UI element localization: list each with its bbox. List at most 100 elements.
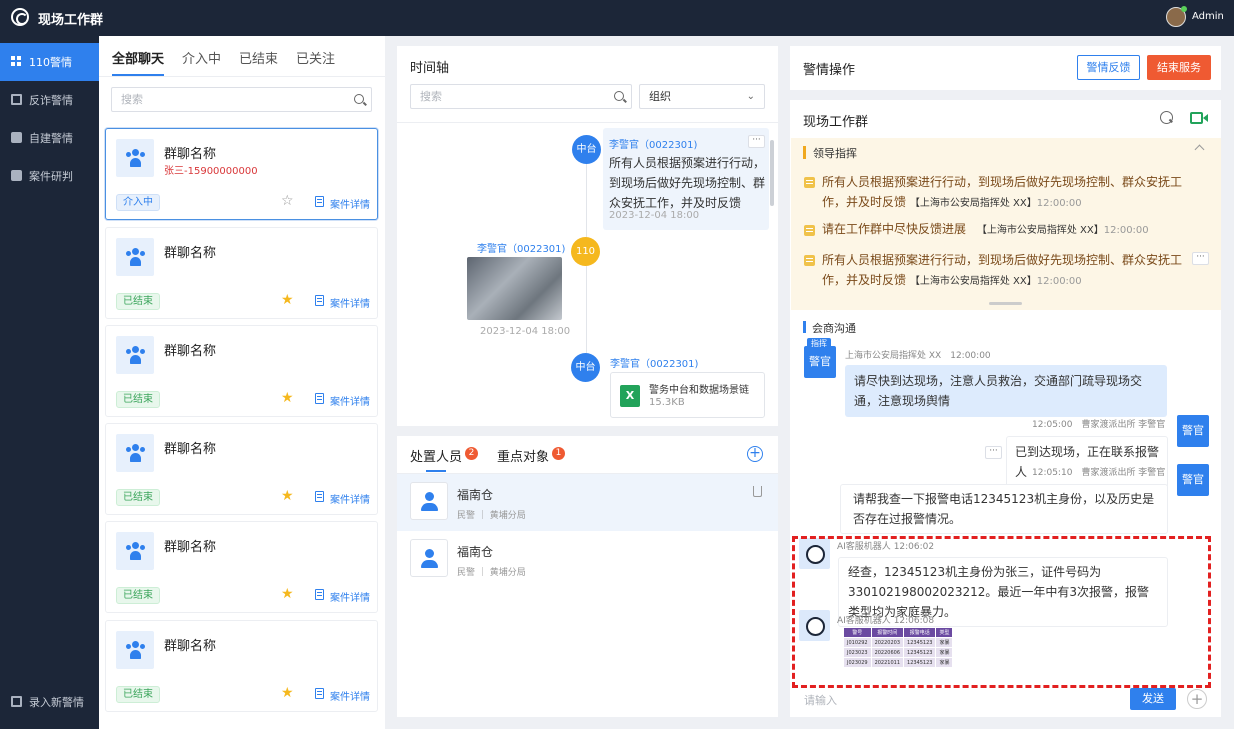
- people-icon: [126, 641, 145, 659]
- tab-involved[interactable]: 介入中: [182, 48, 221, 67]
- tab-ended[interactable]: 已结束: [239, 48, 278, 67]
- group-card[interactable]: 群聊名称 已结束 ★ 案件详情: [105, 325, 378, 417]
- drag-handle[interactable]: [989, 302, 1022, 305]
- add-icon[interactable]: +: [747, 446, 763, 462]
- more-options-icon[interactable]: ···: [748, 135, 765, 148]
- nav-item-case-analysis[interactable]: 案件研判: [0, 157, 99, 195]
- tab-all[interactable]: 全部聊天: [112, 48, 164, 67]
- nav-item-110[interactable]: 110警情: [0, 43, 99, 81]
- tab-handlers[interactable]: 处置人员: [410, 446, 462, 465]
- people-icon: [126, 542, 145, 560]
- user-name[interactable]: Admin: [1192, 11, 1224, 22]
- message-input[interactable]: 请输入: [804, 692, 837, 708]
- case-detail-link[interactable]: 案件详情: [330, 196, 370, 211]
- group-card[interactable]: 群聊名称 已结束 ★ 案件详情: [105, 620, 378, 712]
- nav-item-new-alert[interactable]: 录入新警情: [0, 683, 99, 721]
- group-card[interactable]: 群聊名称已结束 ★ 案件详情: [105, 227, 378, 319]
- timeline-event-card[interactable]: 李警官（0022301) 所有人员根据预案进行行动，到现场后做好先现场控制、群众…: [603, 128, 769, 230]
- group-name: 群聊名称: [164, 540, 217, 555]
- more-options-icon[interactable]: ···: [985, 446, 1002, 459]
- file-attachment[interactable]: X 警务中台和数据场景链 15.3KB: [610, 372, 765, 418]
- star-icon[interactable]: ★: [281, 292, 294, 308]
- command-icon: [804, 177, 815, 188]
- divider: [397, 122, 778, 123]
- police-avatar[interactable]: 警官: [1177, 415, 1209, 447]
- section-marker: [803, 146, 806, 159]
- count-badge: 2: [465, 447, 478, 460]
- send-button[interactable]: 发送: [1130, 688, 1176, 710]
- top-bar: 现场工作群 Admin: [0, 0, 1234, 36]
- case-detail-link[interactable]: 案件详情: [330, 295, 370, 310]
- nav-item-self-built[interactable]: 自建警情: [0, 119, 99, 157]
- scrollbar[interactable]: [770, 140, 774, 206]
- person-avatar: [410, 539, 448, 577]
- people-icon: [126, 346, 145, 364]
- status-badge: 已结束: [116, 587, 160, 604]
- app-title: 现场工作群: [38, 13, 104, 28]
- excel-file-icon: X: [620, 385, 640, 407]
- group-avatar: [116, 434, 154, 472]
- group-card[interactable]: 群聊名称 张三-15900000000 介入中 ☆ 案件详情: [105, 128, 378, 220]
- case-detail-link[interactable]: 案件详情: [330, 491, 370, 506]
- trash-icon[interactable]: [753, 486, 762, 497]
- video-call-icon[interactable]: [1190, 112, 1203, 124]
- star-icon[interactable]: ★: [281, 685, 294, 701]
- divider: [99, 76, 385, 77]
- chat-search-input[interactable]: [111, 87, 372, 112]
- briefcase-icon: [11, 94, 22, 105]
- search-icon[interactable]: [354, 94, 364, 104]
- user-avatar[interactable]: [1166, 6, 1187, 27]
- document-icon: [315, 295, 324, 306]
- leader-title: 领导指挥: [813, 147, 857, 160]
- star-outline-icon[interactable]: ☆: [281, 193, 294, 209]
- star-icon[interactable]: ★: [281, 488, 294, 504]
- tab-followed[interactable]: 已关注: [296, 48, 335, 67]
- person-row[interactable]: 福南仓 民警 ｜ 黄埔分局: [397, 474, 778, 531]
- add-attachment-icon[interactable]: +: [1187, 689, 1207, 709]
- timeline-search-input[interactable]: [410, 84, 632, 109]
- group-card[interactable]: 群聊名称 已结束 ★ 案件详情: [105, 423, 378, 515]
- count-badge: 1: [552, 447, 565, 460]
- group-avatar: [116, 139, 154, 177]
- tab-key-targets[interactable]: 重点对象: [497, 446, 549, 465]
- group-card[interactable]: 群聊名称已结束 ★ 案件详情: [105, 521, 378, 613]
- more-options-icon[interactable]: ···: [1192, 252, 1209, 265]
- person-name: 福南仓: [457, 488, 494, 502]
- status-badge: 已结束: [116, 489, 160, 506]
- commander-tag: 指挥: [807, 338, 831, 349]
- message-bubble: 请帮我查一下报警电话12345123机主身份，以及历史是否存在过报警情况。: [840, 484, 1168, 534]
- police-avatar[interactable]: 警官: [1177, 464, 1209, 496]
- person-row[interactable]: 福南仓 民警 ｜ 黄埔分局: [397, 531, 778, 588]
- command-item: 所有人员根据预案进行行动，到现场后做好先现场控制、群众安抚工作，并及时反馈 【上…: [822, 253, 1183, 287]
- star-icon[interactable]: ★: [281, 390, 294, 406]
- org-select[interactable]: 组织 ⌄: [639, 84, 765, 109]
- police-avatar[interactable]: 警官: [804, 346, 836, 378]
- person-role: 民警 ｜ 黄埔分局: [457, 511, 526, 521]
- command-icon: [804, 255, 815, 266]
- case-detail-link[interactable]: 案件详情: [330, 589, 370, 604]
- timeline-badge: 110: [571, 237, 600, 266]
- group-avatar: [116, 336, 154, 374]
- case-detail-link[interactable]: 案件详情: [330, 688, 370, 703]
- status-badge: 已结束: [116, 293, 160, 310]
- event-author: 李警官（0022301): [477, 244, 566, 255]
- star-icon[interactable]: ★: [281, 586, 294, 602]
- case-detail-link[interactable]: 案件详情: [330, 393, 370, 408]
- people-icon: [126, 149, 145, 167]
- nav-label: 自建警情: [29, 132, 73, 145]
- status-badge: 已结束: [116, 391, 160, 408]
- nav-item-fraud[interactable]: 反诈警情: [0, 81, 99, 119]
- alert-feedback-button[interactable]: 警情反馈: [1077, 55, 1140, 80]
- end-service-button[interactable]: 结束服务: [1147, 55, 1211, 80]
- nav-label: 110警情: [29, 56, 72, 69]
- search-icon[interactable]: [614, 91, 624, 101]
- grid-icon: [11, 56, 22, 67]
- group-name: 群聊名称: [164, 246, 217, 261]
- status-badge: 介入中: [116, 194, 160, 211]
- surveillance-image[interactable]: [467, 257, 562, 320]
- search-icon[interactable]: [1160, 111, 1173, 124]
- edit-icon: [11, 696, 22, 707]
- event-time: 2023-12-04 18:00: [480, 326, 571, 337]
- group-avatar: [116, 631, 154, 669]
- person-avatar: [410, 482, 448, 520]
